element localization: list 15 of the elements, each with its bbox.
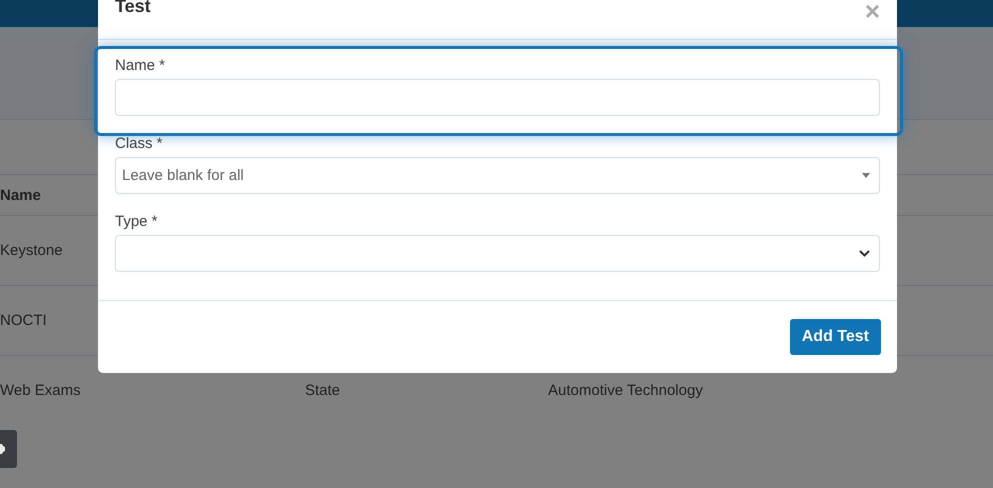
- table-cell-text: NOCTI: [0, 312, 48, 329]
- name-field[interactable]: [115, 79, 880, 116]
- field-label: Name *: [115, 56, 166, 76]
- caret-icon: [862, 173, 870, 178]
- table-cell-text: Web Exams: [0, 382, 82, 399]
- type-dropdown[interactable]: [115, 235, 880, 272]
- class-dropdown[interactable]: Leave blank for all: [115, 157, 880, 194]
- table-cell-text: State: [305, 382, 342, 399]
- table-cell: Automotive Technology: [548, 382, 703, 399]
- field-label: Class *: [115, 134, 164, 154]
- field-label: Type *: [115, 212, 159, 232]
- chevron-down-icon: [859, 250, 870, 257]
- column-header: Name: [0, 186, 42, 204]
- add-test-button[interactable]: Add Test: [790, 319, 881, 355]
- table-cell-text: Keystone: [0, 242, 64, 259]
